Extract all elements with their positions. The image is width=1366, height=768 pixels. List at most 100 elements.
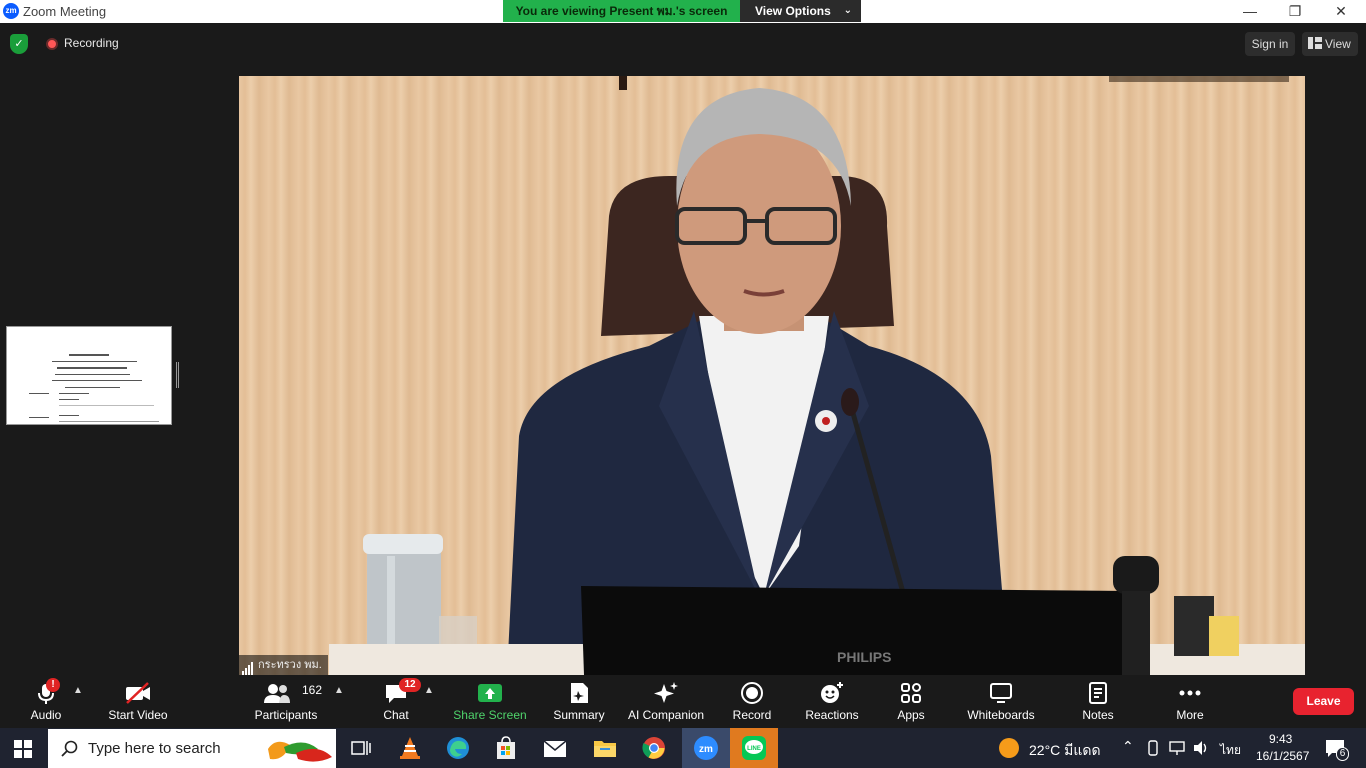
audio-alert-badge: !: [46, 678, 60, 692]
monitor-brand: PHILIPS: [837, 649, 891, 665]
taskbar-mail[interactable]: [530, 728, 578, 768]
sign-in-button[interactable]: Sign in: [1245, 32, 1295, 56]
search-icon: [61, 740, 78, 757]
clock-time[interactable]: 9:43: [1269, 732, 1292, 746]
maximize-button[interactable]: ❐: [1272, 1, 1318, 21]
chrome-browser-icon: [642, 737, 665, 759]
notes-label: Notes: [1082, 708, 1114, 722]
security-shield-icon[interactable]: ✓: [10, 34, 28, 54]
emoji-add-icon: [821, 682, 843, 703]
share-screen-label: Share Screen: [453, 708, 527, 722]
chat-button[interactable]: 12 Chat: [372, 675, 421, 728]
recording-label: Recording: [64, 36, 119, 50]
summary-label: Summary: [553, 708, 605, 722]
chat-unread-badge: 12: [399, 678, 421, 692]
audio-options-caret-icon[interactable]: ▲: [73, 685, 83, 696]
svg-text:LINE: LINE: [747, 746, 761, 752]
network-icon[interactable]: [1168, 740, 1186, 756]
audio-button[interactable]: ! Audio: [22, 675, 70, 728]
taskbar-edge[interactable]: [434, 728, 482, 768]
more-dots-icon: [1179, 690, 1201, 696]
chili-peppers-icon: [268, 741, 332, 762]
notes-button[interactable]: Notes: [1074, 675, 1122, 728]
windows-start-icon[interactable]: [14, 740, 32, 758]
thumbnail-resize-handle[interactable]: [176, 362, 179, 388]
notes-icon: [1089, 682, 1107, 704]
task-view-icon: [351, 741, 371, 755]
taskbar-zoom[interactable]: zm: [682, 728, 730, 768]
participants-options-caret-icon[interactable]: ▲: [334, 685, 344, 696]
view-options-label: View Options: [755, 4, 831, 18]
record-label: Record: [732, 708, 772, 722]
start-video-label: Start Video: [108, 708, 168, 722]
whiteboard-icon: [990, 683, 1012, 703]
apps-button[interactable]: Apps: [886, 675, 936, 728]
taskbar-task-view[interactable]: [338, 728, 386, 768]
weather-text[interactable]: 22°C มีแดด: [1029, 740, 1101, 762]
minimize-button[interactable]: —: [1227, 1, 1273, 21]
view-button[interactable]: View: [1302, 32, 1358, 56]
recording-icon: [46, 38, 58, 50]
view-grid-icon: [1308, 37, 1322, 49]
more-label: More: [1176, 708, 1204, 722]
vlc-cone-icon: [400, 737, 420, 759]
view-label: View: [1325, 37, 1351, 51]
zoom-logo-icon: zm: [3, 3, 19, 19]
more-button[interactable]: More: [1166, 675, 1214, 728]
whiteboards-label: Whiteboards: [967, 708, 1035, 722]
close-button[interactable]: ✕: [1318, 1, 1364, 21]
video-off-icon: [126, 682, 150, 704]
volume-icon[interactable]: [1192, 740, 1210, 756]
view-options-button[interactable]: View Options ⌄: [740, 0, 861, 22]
apps-icon: [901, 683, 921, 703]
line-app-icon: LINE: [742, 736, 766, 760]
device-icon[interactable]: [1145, 740, 1161, 756]
main-video: PHILIPS กระทรวง พม.: [239, 76, 1305, 675]
viewing-banner: You are viewing Present พม.'s screen: [503, 0, 740, 22]
participants-label: Participants: [254, 708, 318, 722]
reactions-label: Reactions: [805, 708, 859, 722]
participants-button[interactable]: 162 Participants: [248, 675, 324, 728]
participant-name-tag: กระทรวง พม.: [239, 655, 328, 675]
chat-label: Chat: [383, 708, 409, 722]
meeting-toolbar: ! Audio ▲ Start Video 162 Participants ▲…: [0, 675, 1366, 728]
participants-icon: [263, 684, 290, 703]
edge-browser-icon: [447, 737, 469, 759]
whiteboards-button[interactable]: Whiteboards: [958, 675, 1044, 728]
reactions-button[interactable]: Reactions: [796, 675, 868, 728]
participants-count: 162: [302, 683, 323, 697]
taskbar-line[interactable]: LINE: [730, 728, 778, 768]
taskbar-search-box[interactable]: Type here to search: [48, 729, 336, 768]
title-bar: zm Zoom Meeting You are viewing Present …: [0, 0, 1366, 23]
speaker-video-frame: PHILIPS: [329, 76, 1305, 675]
taskbar-file-explorer[interactable]: [580, 728, 628, 768]
tray-chevron-up-icon[interactable]: ⌃: [1122, 738, 1134, 755]
mail-envelope-icon: [543, 740, 567, 757]
audio-label: Audio: [30, 708, 62, 722]
leave-button[interactable]: Leave: [1293, 688, 1354, 715]
windows-taskbar: Type here to search zm LINE 22°C มีแดด ⌃…: [0, 728, 1366, 768]
svg-text:zm: zm: [699, 744, 713, 755]
record-button[interactable]: Record: [724, 675, 780, 728]
clock-date[interactable]: 16/1/2567: [1256, 749, 1309, 763]
summary-button[interactable]: Summary: [545, 675, 613, 728]
apps-label: Apps: [897, 708, 925, 722]
zoom-app-icon: zm: [694, 736, 718, 760]
ai-companion-button[interactable]: AI Companion: [622, 675, 710, 728]
shared-screen-thumbnail[interactable]: [6, 326, 172, 425]
notification-count-badge: 6: [1336, 747, 1349, 761]
language-indicator[interactable]: ไทย: [1220, 741, 1241, 760]
weather-sun-icon: [999, 738, 1019, 758]
chat-options-caret-icon[interactable]: ▲: [424, 685, 434, 696]
taskbar-vlc[interactable]: [386, 728, 434, 768]
sparkle-icon: [654, 682, 678, 703]
record-icon: [741, 682, 763, 704]
taskbar-chrome[interactable]: [630, 728, 678, 768]
signal-strength-icon: [242, 655, 254, 675]
share-screen-icon: [478, 684, 502, 702]
chevron-down-icon: ⌄: [843, 5, 852, 16]
summary-icon: [571, 683, 588, 703]
share-screen-button[interactable]: Share Screen: [450, 675, 530, 728]
taskbar-store[interactable]: [482, 728, 530, 768]
start-video-button[interactable]: Start Video: [100, 675, 176, 728]
